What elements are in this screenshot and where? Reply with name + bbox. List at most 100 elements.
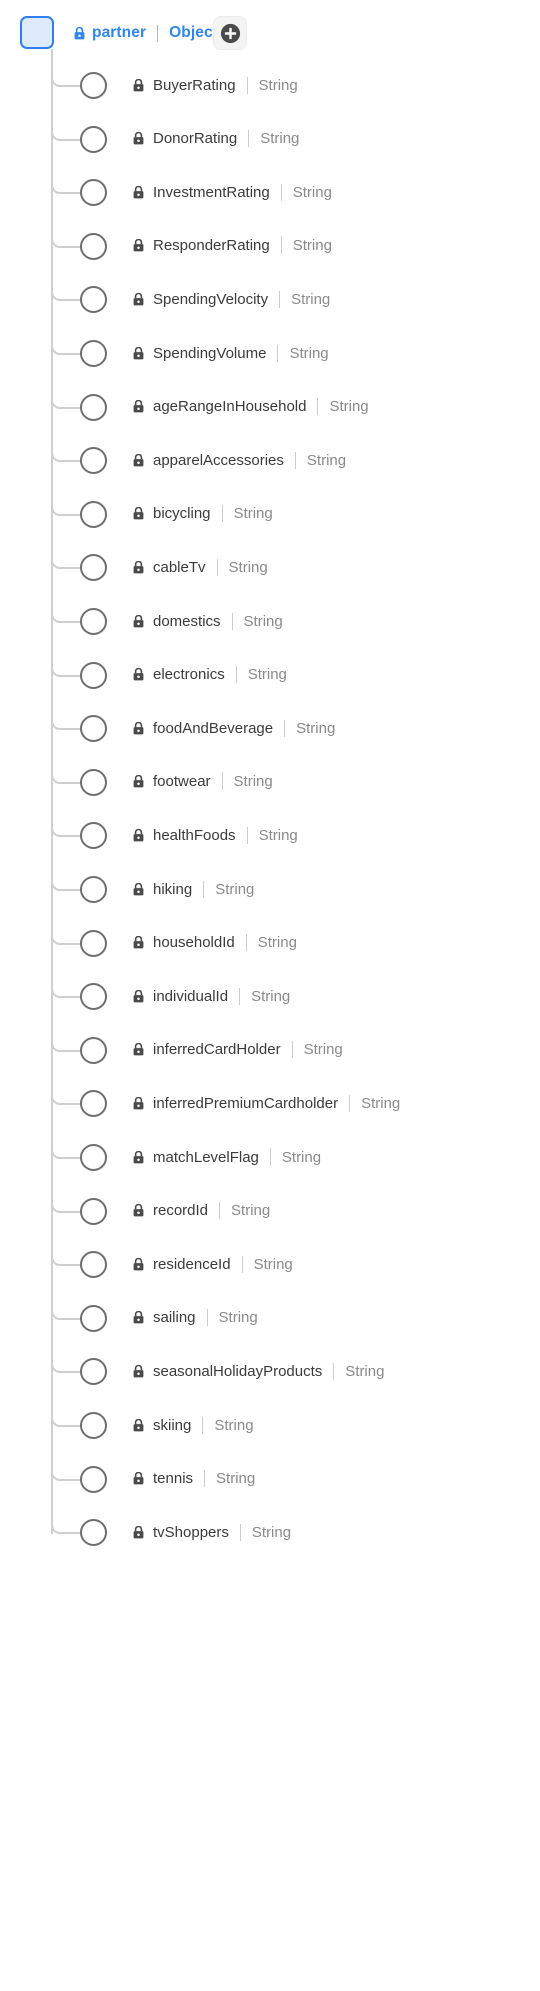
field-node-circle-healthFoods[interactable]	[80, 822, 107, 850]
field-row-body: DonorRating String	[133, 112, 299, 166]
field-divider	[239, 1523, 241, 1541]
field-row-inferredPremiumCardholder[interactable]: inferredPremiumCardholder String	[0, 1076, 540, 1130]
field-name: InvestmentRating	[153, 183, 270, 201]
field-row-healthFoods[interactable]: healthFoods String	[0, 808, 540, 862]
field-divider	[241, 1255, 243, 1273]
field-name: DonorRating	[153, 130, 238, 148]
field-type: String	[292, 183, 332, 201]
field-type: String	[258, 826, 298, 844]
field-node-circle-individualId[interactable]	[80, 983, 107, 1011]
root-object-kind[interactable]: Object	[169, 25, 218, 41]
field-node-circle-inferredPremiumCardholder[interactable]	[80, 1090, 107, 1118]
field-row-footwear[interactable]: footwear String	[0, 755, 540, 809]
tree-connector	[51, 287, 82, 302]
field-row-residenceId[interactable]: residenceId String	[0, 1237, 540, 1291]
lock-icon	[133, 989, 144, 1003]
field-row-body: skiing String	[133, 1398, 254, 1452]
field-node-circle-SpendingVolume[interactable]	[80, 340, 107, 367]
field-divider	[203, 880, 205, 898]
lock-icon	[133, 882, 144, 895]
field-node-circle-tennis[interactable]	[80, 1465, 107, 1493]
field-row-skiing[interactable]: skiing String	[0, 1398, 540, 1452]
field-row-body: ResponderRating String	[133, 219, 332, 273]
field-node-circle-foodAndBeverage[interactable]	[80, 715, 107, 743]
field-node-circle-sailing[interactable]	[80, 1304, 107, 1332]
field-divider	[248, 130, 250, 148]
field-row-domestics[interactable]: domestics String	[0, 594, 540, 648]
field-node-circle-seasonalHolidayProducts[interactable]	[80, 1358, 107, 1386]
lock-icon	[133, 78, 144, 91]
tree-connector	[51, 341, 82, 355]
field-node-circle-bicycling[interactable]	[80, 500, 107, 528]
field-node-circle-ageRangeInHousehold[interactable]	[80, 393, 107, 421]
lock-icon	[133, 1418, 144, 1431]
field-node-circle-tvShoppers[interactable]	[80, 1519, 107, 1547]
field-node-circle-skiing[interactable]	[80, 1412, 107, 1439]
field-node-circle-householdId[interactable]	[80, 929, 107, 957]
field-row-electronics[interactable]: electronics String	[0, 648, 540, 702]
field-node-circle-cableTv[interactable]	[80, 554, 107, 582]
field-row-recordId[interactable]: recordId String	[0, 1184, 540, 1238]
field-row-matchLevelFlag[interactable]: matchLevelFlag String	[0, 1130, 540, 1184]
field-row-BuyerRating[interactable]: BuyerRating String	[0, 58, 540, 112]
field-node-circle-SpendingVelocity[interactable]	[80, 286, 107, 314]
field-node-circle-DonorRating[interactable]	[80, 125, 107, 153]
tree-connector	[51, 984, 82, 999]
tree-connector	[51, 1359, 82, 1374]
field-row-tennis[interactable]: tennis String	[0, 1452, 540, 1506]
field-row-foodAndBeverage[interactable]: foodAndBeverage String	[0, 701, 540, 755]
field-name: matchLevelFlag	[153, 1148, 259, 1166]
field-row-SpendingVolume[interactable]: SpendingVolume String	[0, 326, 540, 380]
lock-icon	[133, 185, 144, 199]
lock-icon	[133, 1311, 144, 1324]
field-node-circle-BuyerRating[interactable]	[80, 72, 107, 99]
field-row-individualId[interactable]: individualId String	[0, 969, 540, 1023]
field-row-ageRangeInHousehold[interactable]: ageRangeInHousehold String	[0, 380, 540, 434]
field-row-householdId[interactable]: householdId String	[0, 916, 540, 970]
field-divider	[280, 237, 282, 255]
field-node-circle-InvestmentRating[interactable]	[80, 179, 107, 207]
field-node-circle-ResponderRating[interactable]	[80, 232, 107, 260]
field-row-DonorRating[interactable]: DonorRating String	[0, 112, 540, 166]
add-field-button[interactable]	[213, 16, 247, 50]
field-row-SpendingVelocity[interactable]: SpendingVelocity String	[0, 272, 540, 326]
field-node-circle-hiking[interactable]	[80, 876, 107, 903]
lock-icon	[133, 1150, 144, 1163]
lock-icon	[133, 721, 144, 735]
field-row-sailing[interactable]: sailing String	[0, 1291, 540, 1345]
field-name: recordId	[153, 1202, 209, 1220]
field-row-body: individualId String	[133, 969, 290, 1023]
field-type: String	[345, 1362, 385, 1380]
tree-connector	[51, 1252, 82, 1267]
field-row-inferredCardHolder[interactable]: inferredCardHolder String	[0, 1023, 540, 1077]
field-node-circle-footwear[interactable]	[80, 768, 107, 796]
field-node-circle-inferredCardHolder[interactable]	[80, 1036, 107, 1064]
field-name: BuyerRating	[153, 76, 236, 94]
field-type: String	[247, 666, 287, 684]
tree-connector	[51, 1091, 82, 1106]
field-row-body: foodAndBeverage String	[133, 701, 335, 755]
root-object-name[interactable]: partner	[92, 25, 146, 41]
field-node-circle-matchLevelFlag[interactable]	[80, 1144, 107, 1171]
field-row-apparelAccessories[interactable]: apparelAccessories String	[0, 433, 540, 487]
field-row-tvShoppers[interactable]: tvShoppers String	[0, 1505, 540, 1559]
field-node-circle-recordId[interactable]	[80, 1197, 107, 1225]
field-row-body: SpendingVolume String	[133, 326, 329, 380]
field-row-bicycling[interactable]: bicycling String	[0, 487, 540, 541]
field-node-circle-apparelAccessories[interactable]	[80, 447, 107, 475]
field-row-cableTv[interactable]: cableTv String	[0, 540, 540, 594]
field-row-seasonalHolidayProducts[interactable]: seasonalHolidayProducts String	[0, 1344, 540, 1398]
field-row-hiking[interactable]: hiking String	[0, 862, 540, 916]
field-row-body: ageRangeInHousehold String	[133, 380, 369, 434]
field-row-body: footwear String	[133, 755, 273, 809]
field-node-circle-electronics[interactable]	[80, 661, 107, 689]
field-node-circle-residenceId[interactable]	[80, 1251, 107, 1279]
field-name: cableTv	[153, 558, 206, 576]
field-node-circle-domestics[interactable]	[80, 608, 107, 635]
field-row-InvestmentRating[interactable]: InvestmentRating String	[0, 165, 540, 219]
root-object-node[interactable]	[20, 16, 54, 49]
tree-connector	[51, 769, 82, 784]
tree-connector	[51, 448, 82, 463]
field-row-ResponderRating[interactable]: ResponderRating String	[0, 219, 540, 273]
field-row-body: InvestmentRating String	[133, 165, 332, 219]
